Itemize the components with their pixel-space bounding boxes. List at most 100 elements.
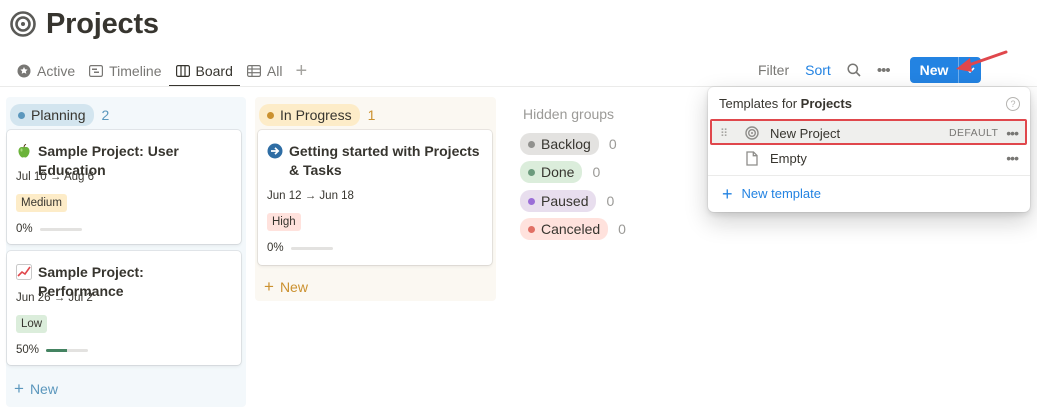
project-card[interactable]: Sample Project: Performance Jun 26 → Jul…	[7, 251, 241, 365]
new-template-button[interactable]: + New template	[722, 183, 821, 204]
template-item-empty[interactable]: Empty •••	[712, 146, 1026, 170]
column-header: Planning 2	[10, 104, 109, 126]
priority-tag: Medium	[16, 194, 67, 212]
arrow-right-circle-icon	[267, 143, 283, 159]
new-template-label: New template	[741, 186, 821, 201]
group-name: Done	[541, 164, 575, 180]
templates-header-db: Projects	[800, 96, 852, 111]
sort-button[interactable]: Sort	[797, 56, 839, 84]
hidden-group-done[interactable]: Done 0	[520, 161, 600, 183]
target-icon	[10, 11, 36, 37]
hidden-group-canceled[interactable]: Canceled 0	[520, 218, 626, 240]
status-dot	[528, 140, 535, 148]
priority-tag: High	[267, 213, 301, 231]
more-icon[interactable]: •••	[869, 56, 898, 84]
templates-dropdown: Templates for Projects ? ⠿ New Project D…	[708, 87, 1030, 212]
progress: 0%	[16, 223, 82, 235]
column-header: In Progress 1	[259, 104, 375, 126]
tab-label: Board	[195, 63, 233, 79]
page-header: Projects	[10, 6, 159, 42]
group-count: 0	[608, 136, 617, 152]
dropdown-divider	[708, 175, 1030, 176]
hidden-groups-title: Hidden groups	[523, 106, 615, 122]
page-icon	[744, 150, 760, 166]
column-name: Planning	[31, 107, 86, 123]
status-pill[interactable]: In Progress	[259, 104, 360, 126]
group-name: Backlog	[541, 136, 591, 152]
toolbar: Filter Sort ••• New	[750, 56, 982, 84]
search-icon[interactable]	[839, 56, 869, 84]
progress-label: 0%	[16, 223, 33, 235]
tab-label: Timeline	[109, 63, 162, 79]
apple-icon	[18, 143, 30, 158]
status-pill: Paused	[520, 190, 597, 212]
hidden-group-backlog[interactable]: Backlog 0	[520, 133, 617, 155]
column-name: In Progress	[280, 107, 352, 123]
group-name: Canceled	[541, 221, 601, 237]
project-card[interactable]: Getting started with Projects & Tasks Ju…	[258, 130, 492, 265]
add-view-icon[interactable]: +	[289, 56, 313, 86]
chart-increasing-icon	[16, 264, 32, 280]
filter-button[interactable]: Filter	[750, 56, 797, 84]
progress-label: 0%	[267, 242, 284, 254]
tab-label: Active	[37, 63, 76, 79]
progress-fill	[46, 348, 68, 352]
board-icon	[175, 65, 190, 77]
card-title-text: Getting started with Projects & Tasks	[289, 143, 480, 178]
page-title: Projects	[46, 7, 159, 40]
group-count: 0	[592, 164, 601, 180]
timeline-icon	[89, 65, 104, 77]
more-icon[interactable]: •••	[1006, 150, 1019, 166]
status-pill: Backlog	[520, 133, 599, 155]
progress-label: 50%	[16, 344, 40, 356]
group-count: 0	[618, 221, 626, 237]
card-dates: Jun 12 → Jun 18	[267, 190, 354, 202]
plus-icon: +	[264, 277, 274, 296]
status-dot	[18, 111, 25, 119]
add-card-label: New	[279, 279, 308, 295]
hidden-group-paused[interactable]: Paused 0	[520, 190, 614, 212]
project-card[interactable]: Sample Project: User Education Jul 10 → …	[7, 130, 241, 244]
progress-bar	[46, 348, 89, 352]
status-dot	[528, 168, 535, 176]
group-count: 0	[606, 193, 615, 209]
status-pill: Done	[520, 161, 583, 183]
tab-all[interactable]: All	[240, 56, 290, 86]
priority-tag: Low	[16, 315, 48, 333]
add-card-button[interactable]: + New	[14, 379, 58, 399]
status-dot	[267, 111, 274, 119]
group-name: Paused	[541, 193, 589, 209]
template-label: Empty	[770, 150, 807, 166]
templates-header-prefix: Templates for	[719, 96, 798, 111]
status-dot	[528, 197, 535, 205]
column-count: 1	[367, 107, 376, 123]
help-icon[interactable]: ?	[1006, 97, 1020, 111]
highlight-annotation	[710, 119, 1027, 145]
card-dates: Jul 10 → Aug 6	[16, 171, 94, 183]
tab-board[interactable]: Board	[168, 56, 241, 87]
board-column-in-progress: In Progress 1 Getting started with Proje…	[255, 97, 496, 301]
plus-icon: +	[14, 379, 24, 398]
tab-label: All	[266, 63, 283, 79]
plus-icon: +	[722, 183, 733, 204]
column-count: 2	[101, 107, 110, 123]
progress: 0%	[267, 242, 333, 254]
star-icon	[17, 64, 31, 78]
status-pill: Canceled	[520, 218, 609, 240]
add-card-label: New	[29, 381, 58, 397]
table-icon	[246, 65, 261, 77]
tab-timeline[interactable]: Timeline	[82, 56, 168, 86]
tab-active[interactable]: Active	[10, 56, 82, 86]
view-tabs: Active Timeline Board All +	[10, 56, 313, 87]
pointer-arrow-icon	[956, 50, 1008, 72]
board-column-planning: Planning 2 Sample Project: User Educatio…	[6, 97, 246, 407]
add-card-button[interactable]: + New	[264, 277, 308, 297]
status-pill[interactable]: Planning	[10, 104, 94, 126]
templates-header: Templates for Projects	[719, 96, 852, 111]
card-dates: Jun 26 → Jul 2	[16, 292, 93, 304]
progress-bar	[39, 227, 82, 231]
progress-bar	[290, 246, 333, 250]
progress: 50%	[16, 344, 89, 356]
card-title: Getting started with Projects & Tasks	[267, 142, 484, 180]
status-dot	[528, 225, 535, 233]
